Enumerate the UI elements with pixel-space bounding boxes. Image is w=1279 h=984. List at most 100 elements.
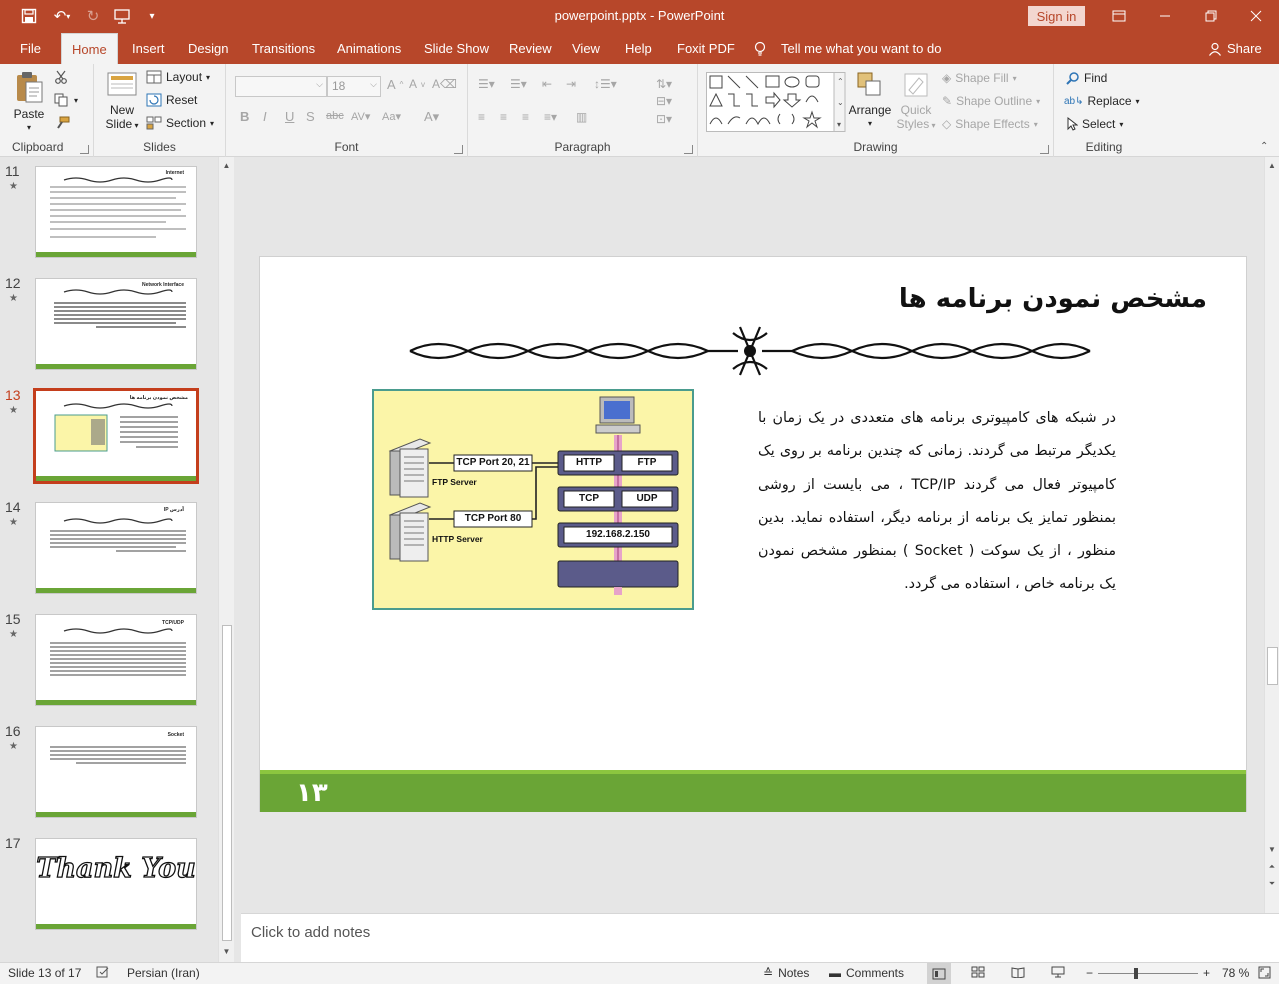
tab-slide-show[interactable]: Slide Show	[424, 33, 489, 64]
notes-placeholder[interactable]: Click to add notes	[251, 924, 370, 941]
select-button[interactable]: Select ▾	[1066, 117, 1123, 131]
layout-button[interactable]: Layout ▾	[146, 70, 210, 84]
section-button[interactable]: Section ▾	[146, 116, 214, 130]
slide-number-13: 13	[5, 387, 21, 403]
thumbnail-footer-bar	[36, 364, 196, 369]
find-button[interactable]: Find	[1066, 71, 1107, 85]
slide-thumbnail-17[interactable]: Thank You	[35, 838, 197, 930]
editor-scrollbar[interactable]: ▲ ▼ ⏶ ⏷	[1264, 157, 1279, 913]
scroll-up-icon[interactable]: ▲	[1265, 159, 1279, 173]
shapes-gallery[interactable]: ⌃ ⌄ ▾	[706, 72, 846, 132]
slide-title[interactable]: مشخص نمودن برنامه ها	[899, 284, 1207, 314]
paste-button[interactable]: Paste ▾	[8, 70, 50, 135]
slide-thumbnail-13[interactable]: مشخص نمودن برنامه ها	[33, 388, 199, 484]
tab-design[interactable]: Design	[188, 33, 228, 64]
format-painter-button[interactable]	[54, 116, 70, 130]
network-diagram-image[interactable]: TCP Port 20, 21 TCP Port 80 FTP Server H…	[372, 389, 694, 610]
arrange-button[interactable]: Arrange ▾	[848, 70, 892, 131]
slide-thumbnail-16[interactable]: Socket	[35, 726, 197, 818]
http-port-label: TCP Port 80	[464, 513, 522, 524]
slide-number: ۱۳	[296, 778, 328, 808]
clipboard-group: Paste ▾ ▾ Clipboard	[0, 64, 94, 157]
tab-view[interactable]: View	[572, 33, 600, 64]
zoom-level[interactable]: 78 %	[1222, 966, 1249, 980]
slide-body-text[interactable]: در شبکه های کامپیوتری برنامه های متعددی …	[758, 402, 1116, 602]
tab-animations[interactable]: Animations	[337, 33, 401, 64]
tab-help[interactable]: Help	[625, 33, 652, 64]
http-box-label: HTTP	[575, 457, 603, 468]
animation-star-icon: ★	[9, 517, 18, 528]
copy-button[interactable]: ▾	[54, 93, 78, 107]
previous-slide-icon[interactable]: ⏶	[1265, 860, 1279, 874]
decrease-indent-icon: ⇤	[542, 77, 553, 91]
close-icon[interactable]	[1233, 0, 1279, 32]
slide-thumbnail-12[interactable]: Network Interface	[35, 278, 197, 370]
notes-toggle-button[interactable]: ≙ Notes	[763, 966, 809, 980]
ftp-port-label: TCP Port 20, 21	[456, 457, 530, 468]
notes-pane[interactable]: Click to add notes	[241, 913, 1279, 962]
thumbnail-content-15	[50, 628, 186, 676]
sign-in-button[interactable]: Sign in	[1028, 6, 1085, 26]
tab-transitions[interactable]: Transitions	[252, 33, 315, 64]
collapse-ribbon-icon[interactable]: ⌃	[1260, 141, 1268, 152]
quick-styles-icon	[904, 73, 928, 97]
tab-home[interactable]: Home	[61, 33, 118, 64]
shape-effects-button: ◇ Shape Effects ▾	[942, 117, 1038, 131]
ribbon-display-options-icon[interactable]	[1096, 0, 1142, 32]
fit-to-window-icon[interactable]	[1258, 966, 1271, 979]
slide-thumbnail-11[interactable]: Internet	[35, 166, 197, 258]
scroll-down-icon[interactable]: ▼	[1265, 843, 1279, 857]
thumbnail-scrollbar[interactable]: ▲ ▼	[218, 157, 234, 962]
slide-thumbnail-14[interactable]: آدرس IP	[35, 502, 197, 594]
scroll-up-icon[interactable]: ▲	[219, 159, 234, 173]
reset-label: Reset	[166, 93, 198, 107]
minimize-icon[interactable]	[1142, 0, 1188, 32]
tab-file[interactable]: File	[20, 33, 41, 64]
tab-foxit-pdf[interactable]: Foxit PDF	[677, 33, 735, 64]
status-bar: Slide 13 of 17 Persian (Iran) ≙ Notes ▬ …	[0, 962, 1279, 984]
paragraph-group-label: Paragraph	[554, 140, 611, 154]
editor-scroll-thumb[interactable]	[1267, 647, 1278, 685]
thumbnail-title: Thank You	[36, 852, 196, 884]
slide-canvas[interactable]: مشخص نمودن برنامه ها در شبکه های کامپیوت…	[259, 256, 1247, 812]
spell-check-icon[interactable]	[96, 966, 110, 978]
thumbnail-footer-bar	[36, 700, 196, 705]
reset-button[interactable]: Reset	[146, 93, 197, 107]
restore-icon[interactable]	[1188, 0, 1234, 32]
zoom-in-button[interactable]: +	[1203, 966, 1210, 980]
notes-icon: ≙	[763, 966, 774, 980]
tab-insert[interactable]: Insert	[132, 33, 165, 64]
share-button[interactable]: Share	[1208, 33, 1262, 64]
justify-icon: ≡▾	[544, 110, 558, 124]
font-name-combo: ⌵	[235, 76, 327, 97]
next-slide-icon[interactable]: ⏷	[1265, 877, 1279, 891]
replace-button[interactable]: ab↳ Replace ▾	[1064, 94, 1140, 108]
clipboard-launcher-icon[interactable]	[80, 145, 89, 154]
tell-me-search[interactable]: Tell me what you want to do	[753, 33, 941, 64]
thumbnail-scroll-thumb[interactable]	[222, 625, 232, 941]
decrease-font-size-icon: Av	[409, 77, 426, 91]
animation-star-icon: ★	[9, 741, 18, 752]
normal-view-icon[interactable]	[927, 963, 951, 984]
slide-thumbnail-15[interactable]: TCP/UDP	[35, 614, 197, 706]
slide-sorter-view-icon[interactable]	[971, 966, 985, 978]
slide-editor: مشخص نمودن برنامه ها در شبکه های کامپیوت…	[241, 157, 1279, 913]
zoom-slider[interactable]	[1098, 973, 1198, 974]
ftp-box-label: FTP	[637, 457, 657, 468]
font-size-combo: 18 ⌵	[327, 76, 381, 97]
reading-view-icon[interactable]	[1011, 966, 1025, 978]
zoom-slider-thumb[interactable]	[1134, 968, 1138, 979]
language-indicator[interactable]: Persian (Iran)	[127, 966, 200, 980]
font-color-icon: A▾	[424, 109, 440, 124]
slide-show-view-icon[interactable]	[1051, 966, 1065, 978]
align-center-icon: ≡	[500, 110, 508, 124]
zoom-out-button[interactable]: −	[1086, 966, 1093, 980]
paste-icon	[17, 72, 43, 103]
cut-button[interactable]	[54, 70, 68, 84]
comments-button[interactable]: ▬ Comments	[829, 966, 904, 980]
ribbon-tabs: File Home Insert Design Transitions Anim…	[0, 33, 1279, 64]
scroll-down-icon[interactable]: ▼	[219, 945, 234, 959]
thumbnail-content-12	[54, 289, 186, 328]
tab-review[interactable]: Review	[509, 33, 552, 64]
new-slide-button[interactable]: New Slide ▾	[100, 70, 144, 133]
